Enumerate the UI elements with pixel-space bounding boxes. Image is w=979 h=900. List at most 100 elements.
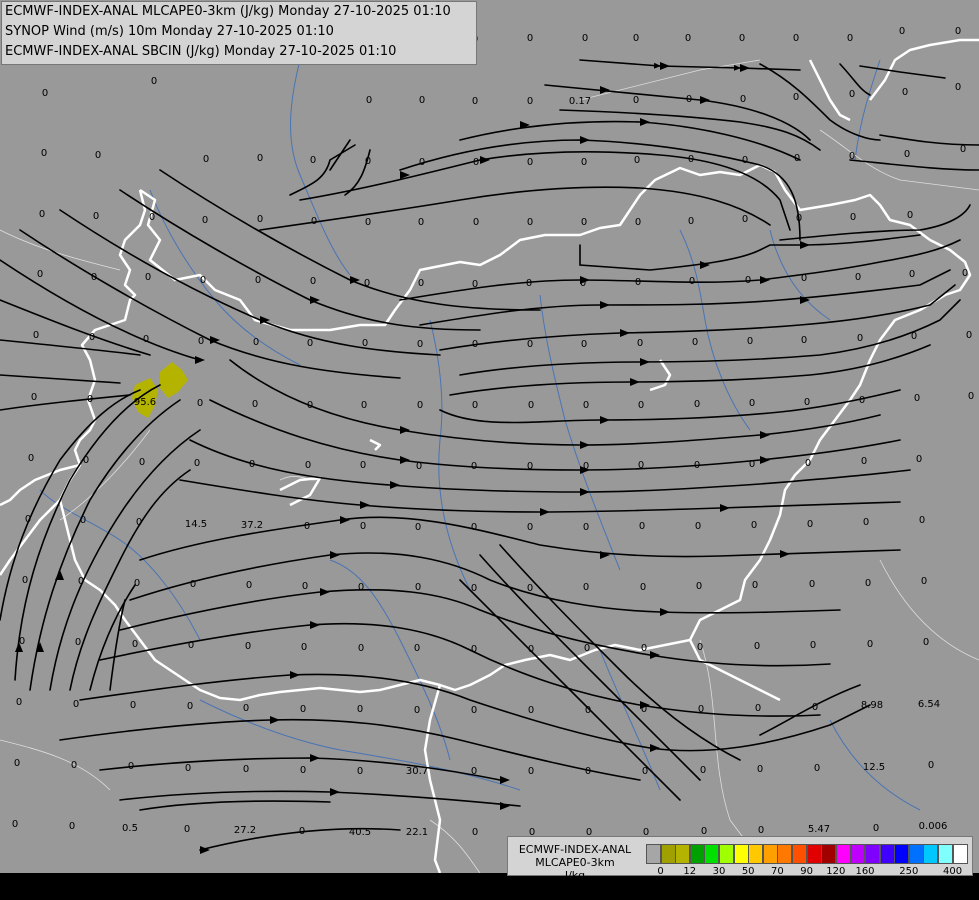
cape-value-label: 0 [22,575,28,586]
legend-tick-label: 120 [826,866,846,877]
cape-value-label: 0 [637,338,643,349]
cape-value-label: 0 [257,153,263,164]
cape-value-label: 0 [955,26,961,37]
wind-arrow [340,516,350,524]
cape-value-label: 0 [39,209,45,220]
cape-value-label: 0 [794,153,800,164]
cape-value-label: 0 [471,644,477,655]
cape-value-label: 0 [855,272,861,283]
cape-value-label: 0 [642,766,648,777]
border-line [649,359,672,392]
cape-value-label: 0 [28,453,34,464]
cape-value-label: 0 [638,460,644,471]
border-line [423,684,442,874]
cape-value-label: 30.7 [406,766,428,777]
cape-value-label: 0 [252,399,258,410]
cape-value-label: 0 [78,576,84,587]
streamline [99,622,821,717]
region-border [879,559,979,661]
cape-value-label: 0 [694,460,700,471]
cape-value-label: 0 [358,582,364,593]
title-line-mlcape: ECMWF-INDEX-ANAL MLCAPE0-3km (J/kg) Mond… [5,4,451,19]
cape-value-label: 0 [916,454,922,465]
cape-value-label: 40.5 [349,827,371,838]
cape-value-label: 0 [689,276,695,287]
cape-value-label: 0 [89,332,95,343]
cape-value-label: 0 [310,155,316,166]
wind-arrow [800,241,810,249]
wind-arrow [195,356,205,364]
wind-arrow [270,716,280,724]
wind-arrow [620,329,630,337]
region-border [0,229,121,271]
cape-value-label: 0 [581,217,587,228]
cape-value-label: 0 [128,761,134,772]
wind-arrow [55,570,64,580]
wind-arrow [700,261,710,269]
cape-value-label: 0 [859,395,865,406]
cape-value-label: 0 [899,26,905,37]
cape-value-label: 0 [83,455,89,466]
cape-value-label: 0 [633,95,639,106]
cape-value-label: 0 [641,643,647,654]
cape-value-label: 0 [757,764,763,775]
cape-value-label: 0 [301,642,307,653]
cape-value-label: 0 [471,766,477,777]
streamline [759,684,861,736]
streamline-arrows [15,62,810,854]
wind-arrow [400,456,410,464]
cape-value-label: 0 [695,521,701,532]
cape-value-label: 37.2 [241,520,263,531]
cape-value-label: 0 [688,216,694,227]
cape-value-label: 0 [911,331,917,342]
wind-arrow [390,481,400,489]
cape-value-label: 0 [527,33,533,44]
streamline [459,120,801,161]
cape-value-label: 0 [527,522,533,533]
cape-value-label: 0 [360,521,366,532]
cape-value-label: 0 [246,580,252,591]
cape-value-label: 0 [307,400,313,411]
cape-value-label: 0 [472,827,478,838]
wind-arrow [580,441,590,449]
cape-value-label: 0 [305,460,311,471]
legend-tick-label: 50 [741,866,755,877]
cape-value-label: 0 [805,458,811,469]
cape-value-label: 0 [583,582,589,593]
wind-arrow [640,118,650,126]
cape-value-label: 0 [143,334,149,345]
cape-value-label: 0 [861,456,867,467]
bottom-strip [0,873,979,900]
legend-swatch [792,844,807,864]
cape-value-label: 0 [257,214,263,225]
cape-value-label: 0 [749,459,755,470]
streamlines [0,59,979,851]
cape-value-label: 0 [742,214,748,225]
legend-swatch [923,844,939,864]
cape-value-label: 0 [365,156,371,167]
cape-value-label: 0 [696,581,702,592]
cape-value-label: 5.47 [808,824,830,835]
streamline [289,144,356,196]
cape-value-label: 0 [527,339,533,350]
legend-swatch [660,844,676,864]
cape-value-label: 0 [361,400,367,411]
cape-value-label: 0 [243,703,249,714]
cape-value-label: 0 [198,336,204,347]
cape-value-label: 0 [814,763,820,774]
cape-value-label: 0 [417,400,423,411]
legend-swatch [908,844,924,864]
cape-value-label: 0 [87,394,93,405]
border-line [688,639,781,702]
legend-tick-label: 400 [943,866,963,877]
river [599,649,661,791]
cape-value-label: 0 [136,517,142,528]
cape-value-label: 0 [633,33,639,44]
weather-map[interactable]: 0 0 0 0 0 0 0 0 0 0 0 0 0 0 0 0 0 0 0 0 0.17 0 0 0 0 0 0 0 0 0 0 0 0 0 0 0 0… [0,0,979,900]
streamline [779,204,971,241]
cape-value-label: 0 [749,398,755,409]
cape-value-label: 0 [33,330,39,341]
cape-value-label: 0 [255,275,261,286]
cape-value-label: 0 [190,579,196,590]
legend-swatch [938,844,953,864]
